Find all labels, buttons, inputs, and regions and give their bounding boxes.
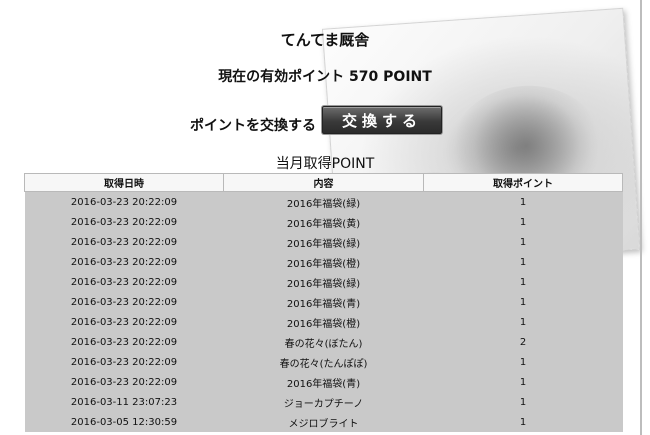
table-row: 2016-03-23 20:22:09 2016年福袋(橙) 1: [24, 312, 623, 332]
points-cell: 1: [423, 352, 623, 372]
points-cell: 1: [423, 392, 623, 412]
date-cell: 2016-03-23 20:22:09: [24, 191, 224, 212]
table-row: 2016-03-23 20:22:09 春の花々(たんぽぽ) 1: [24, 352, 623, 372]
table-row: 2016-03-23 20:22:09 2016年福袋(緑) 1: [24, 191, 623, 212]
content-cell: 2016年福袋(黄): [223, 212, 424, 232]
date-cell: 2016-03-23 20:22:09: [24, 312, 224, 332]
exchange-row: ポイントを交換する 交換する: [190, 104, 442, 134]
current-points: 現在の有効ポイント 570 POINT: [218, 69, 432, 85]
content-cell: 2016年福袋(緑): [223, 272, 424, 292]
date-cell: 2016-03-23 20:22:09: [24, 232, 224, 252]
table-row: 2016-03-23 20:22:09 春の花々(ぼたん) 2: [24, 332, 623, 352]
stable-name: てんてま厩舎: [280, 31, 370, 49]
exchange-button[interactable]: 交換する: [322, 106, 442, 134]
content-cell: 2016年福袋(緑): [223, 232, 424, 252]
date-cell: 2016-03-23 20:22:09: [24, 272, 224, 292]
table-row: 2016-03-23 20:22:09 2016年福袋(青) 1: [24, 372, 623, 392]
table-row: 2016-03-23 20:22:09 2016年福袋(橙) 1: [24, 252, 623, 272]
content-cell: メジロブライト: [223, 412, 424, 432]
table-header-row: 取得日時 内容 取得ポイント: [24, 173, 623, 192]
date-cell: 2016-03-23 20:22:09: [24, 332, 224, 352]
points-cell: 1: [423, 232, 623, 252]
points-history-table: 取得日時 内容 取得ポイント 2016-03-23 20:22:09 2016年福…: [24, 173, 623, 432]
column-header-content: 内容: [223, 173, 424, 192]
monthly-points-title: 当月取得POINT: [275, 156, 375, 172]
exchange-label: ポイントを交換する: [190, 118, 316, 134]
table-row: 2016-03-05 12:30:59 メジロブライト 1: [24, 412, 623, 432]
date-cell: 2016-03-23 20:22:09: [24, 352, 224, 372]
content-cell: 2016年福袋(緑): [223, 191, 424, 212]
points-cell: 2: [423, 332, 623, 352]
column-header-points: 取得ポイント: [423, 173, 623, 192]
table-row: 2016-03-23 20:22:09 2016年福袋(緑) 1: [24, 272, 623, 292]
points-cell: 1: [423, 191, 623, 212]
date-cell: 2016-03-23 20:22:09: [24, 212, 224, 232]
table-row: 2016-03-11 23:07:23 ジョーカプチーノ 1: [24, 392, 623, 412]
content-cell: 2016年福袋(青): [223, 292, 424, 312]
table-row: 2016-03-23 20:22:09 2016年福袋(青) 1: [24, 292, 623, 312]
content-cell: ジョーカプチーノ: [223, 392, 424, 412]
date-cell: 2016-03-11 23:07:23: [24, 392, 224, 412]
table-row: 2016-03-23 20:22:09 2016年福袋(黄) 1: [24, 212, 623, 232]
column-header-date: 取得日時: [24, 173, 224, 192]
date-cell: 2016-03-23 20:22:09: [24, 372, 224, 392]
content-cell: 春の花々(たんぽぽ): [223, 352, 424, 372]
content-cell: 春の花々(ぼたん): [223, 332, 424, 352]
date-cell: 2016-03-23 20:22:09: [24, 252, 224, 272]
points-cell: 1: [423, 372, 623, 392]
content-cell: 2016年福袋(橙): [223, 252, 424, 272]
points-cell: 1: [423, 212, 623, 232]
points-cell: 1: [423, 412, 623, 432]
content-cell: 2016年福袋(青): [223, 372, 424, 392]
points-cell: 1: [423, 272, 623, 292]
points-cell: 1: [423, 252, 623, 272]
points-cell: 1: [423, 292, 623, 312]
content-cell: 2016年福袋(橙): [223, 312, 424, 332]
date-cell: 2016-03-05 12:30:59: [24, 412, 224, 432]
table-row: 2016-03-23 20:22:09 2016年福袋(緑) 1: [24, 232, 623, 252]
points-cell: 1: [423, 312, 623, 332]
date-cell: 2016-03-23 20:22:09: [24, 292, 224, 312]
